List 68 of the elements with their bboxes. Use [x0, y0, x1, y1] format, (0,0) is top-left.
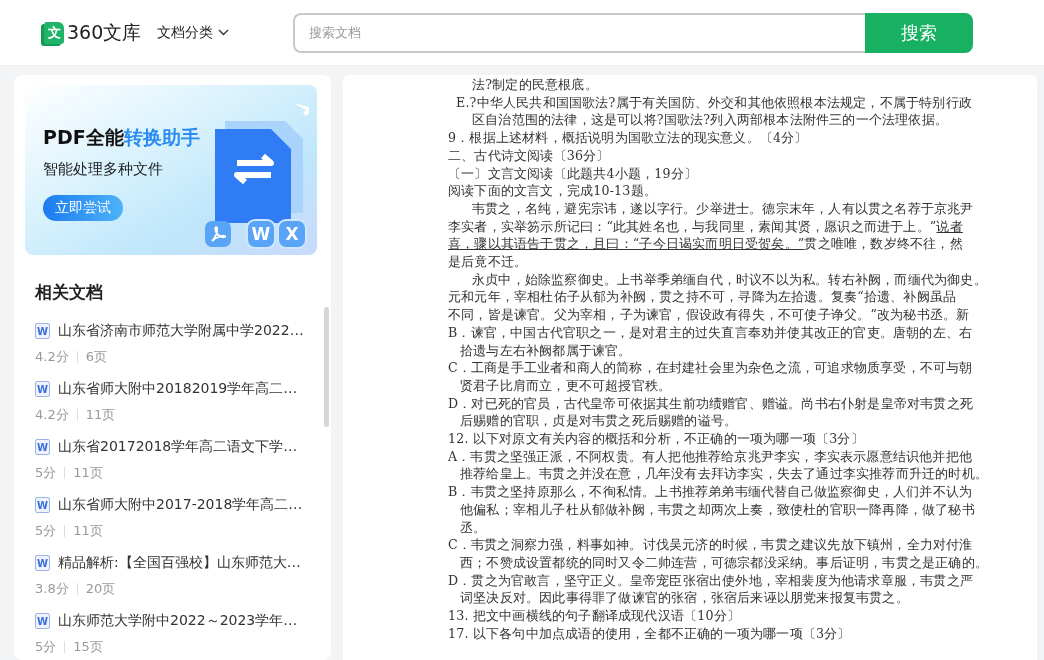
document-text-line: 二、古代诗文阅读〔36分〕 [448, 146, 610, 165]
category-menu[interactable]: 文档分类 [157, 23, 230, 42]
section-heading: 相关文档 [35, 281, 104, 304]
document-text-line: 后赐赠的官职，贞是对韦贯之死后赐赠的谥号。 [460, 412, 738, 431]
word-file-icon: W [35, 381, 50, 397]
page-count: 15页 [73, 638, 103, 656]
pdf-icon [205, 221, 231, 247]
document-rating: 5分 [35, 638, 57, 656]
document-text-line: 丞。 [460, 518, 487, 537]
page-count: 6页 [85, 348, 107, 366]
document-text-line: 区自治范围的法律，这是可以将?国歌法?列入两部根本法附件三的一个法理依据。 [472, 111, 948, 130]
document-link[interactable]: 山东省师大附中20182019学年高二… [58, 380, 298, 398]
document-text-line: 阅读下面的文言文，完成10-13题。 [448, 182, 657, 200]
document-link[interactable]: 山东师范大学附中2022～2023学年… [58, 612, 298, 630]
document-text-line: 西；不赞成设置都统的同时又令二帅连营，可德宗都没采纳。事后证明，韦贯之是正确的。 [460, 554, 988, 572]
document-text-line: E.?中华人民共和国国歌法?属于有关国防、外交和其他依照根本法规定，不属于特别行政 [456, 93, 972, 112]
document-text-line: 永贞中，始除监察御史。上书举季弟缅自代，时议不以为私。转右补阙，而缅代为御史。 [472, 270, 987, 289]
document-rating: 4.2分 [35, 348, 69, 366]
scrollbar[interactable] [324, 307, 329, 427]
document-text-line: 词坚决反对。因此事得罪了做谏官的张宿，张宿后来诬以朋党来报复韦贯之。 [460, 589, 909, 608]
document-text-line: 韦贯之，名纯，避宪宗讳，遂以字行。少举进士。德宗末年，人有以贯之名荐于京兆尹 [472, 199, 974, 218]
document-text-line: 拾遗与左右补阙都属于谏官。 [460, 341, 632, 360]
word-file-icon: W [35, 439, 50, 455]
document-text-line: 贤君子比肩而立，更不可超授官秩。 [460, 376, 672, 395]
document-text-line: 元和元年，宰相杜佑子从郁为补阙，贯之持不可，寻降为左拾遗。复奏“拾遗、补阙虽品 [448, 288, 957, 307]
word-file-icon: W [35, 555, 50, 571]
document-text-line: A．韦贯之坚强正派，不阿权贵。有人把他推荐给京兆尹李实，李实表示愿意结识他并把他 [448, 447, 973, 466]
document-text-line: 13. 把文中画横线的句子翻译成现代汉语〔10分〕 [448, 607, 741, 625]
promo-banner[interactable]: PDF全能转换助手 智能处理多种文件 立即尝试 W X [25, 85, 317, 255]
format-badge: W [248, 221, 274, 247]
document-text-line: 不同，皆是谏官。父为宰相，子为谏官，假设政有得失，不可使子诤父。”改为秘书丞。新 [448, 306, 970, 324]
site-name[interactable]: 360文库 [67, 19, 142, 46]
format-badge: X [279, 221, 305, 247]
document-text-line: 17. 以下各句中加点成语的使用，全都不正确的一项为哪一项〔3分〕 [448, 624, 851, 643]
document-text-line: B．韦贯之坚持原那么，不徇私情。上书推荐弟弟韦缅代替自己做监察御史，人们并不认为 [448, 483, 973, 501]
document-link[interactable]: 山东省师大附中2017-2018学年高二… [58, 496, 303, 514]
document-rating: 5分 [35, 522, 57, 540]
document-text-line: D．对已死的官员，古代皇帝可依据其生前功绩赠官、赠谥。尚书右仆射是皇帝对韦贯之死 [448, 394, 974, 413]
page-count: 11页 [73, 464, 103, 482]
search-field[interactable]: 搜索文档 [293, 12, 866, 53]
document-text-line: 〔一〕文言文阅读〔此题共4小题，19分〕 [448, 164, 698, 183]
document-text-line: 推荐给皇上。韦贯之并没在意，几年没有去拜访李实，失去了通过李实推荐而升迁的时机。 [460, 465, 988, 484]
page-count: 11页 [85, 406, 116, 424]
banner-title: PDF全能转换助手 [43, 125, 200, 150]
document-rating: 3.8分 [35, 580, 69, 598]
chevron-down-icon [218, 29, 230, 36]
document-text-line: 他偏私；宰相儿子杜从郁做补阙，韦贯之却两次上奏，致使杜的官职一降再降，做了秘书 [460, 500, 975, 519]
document-text-line: C．工商是手工业者和商人的简称，在封建社会里为杂色之流，可追求物质享受，不可与朝 [448, 359, 973, 377]
word-file-icon: W [35, 323, 50, 339]
word-file-icon: W [35, 497, 50, 513]
page-count: 11页 [73, 522, 103, 540]
document-text-line: 9．根据上述材料，概括说明为国歌立法的现实意义。〔4分〕 [448, 129, 808, 147]
document-text-line: D．贯之为官敢言，坚守正义。皇帝宠臣张宿出使外地，宰相裴度为他请求章服，韦贯之严 [448, 571, 974, 590]
document-text-line: C．韦贯之洞察力强，料事如神。讨伐吴元济的时候，韦贯之建议先放下镇州，全力对付淮 [448, 536, 973, 554]
document-text-line: 李实者，实举笏示所记曰：“此其姓名也，与我同里，素闻其贤，愿识之而进于上。”说者 [448, 217, 963, 236]
banner-subtitle: 智能处理多种文件 [43, 160, 163, 179]
document-rating: 5分 [35, 464, 57, 482]
document-text-line: 喜，骤以其语告于贯之，且曰：“子今日谒实而明日受贺矣。”贯之唯唯，数岁终不往，然 [448, 235, 963, 254]
document-link[interactable]: 山东省20172018学年高二语文下学… [58, 438, 298, 456]
document-text-line: 是后竟不迁。 [448, 253, 528, 271]
document-text-line: 12. 以下对原文有关内容的概括和分析，不正确的一项为哪一项〔3分〕 [448, 430, 864, 448]
document-rating: 4.2分 [35, 406, 69, 424]
word-file-icon: W [35, 613, 50, 629]
document-link[interactable]: 精品解析:【全国百强校】山东师范大… [58, 554, 301, 572]
document-text-line: 法?制定的民意根底。 [472, 76, 598, 94]
document-link[interactable]: 山东省济南市师范大学附属中学2022… [58, 322, 304, 340]
document-text-line: B．谏官，中国古代官职之一，是对君主的过失直言奉劝并使其改正的官吏。唐朝的左、右 [448, 323, 973, 342]
page-count: 20页 [85, 580, 116, 598]
